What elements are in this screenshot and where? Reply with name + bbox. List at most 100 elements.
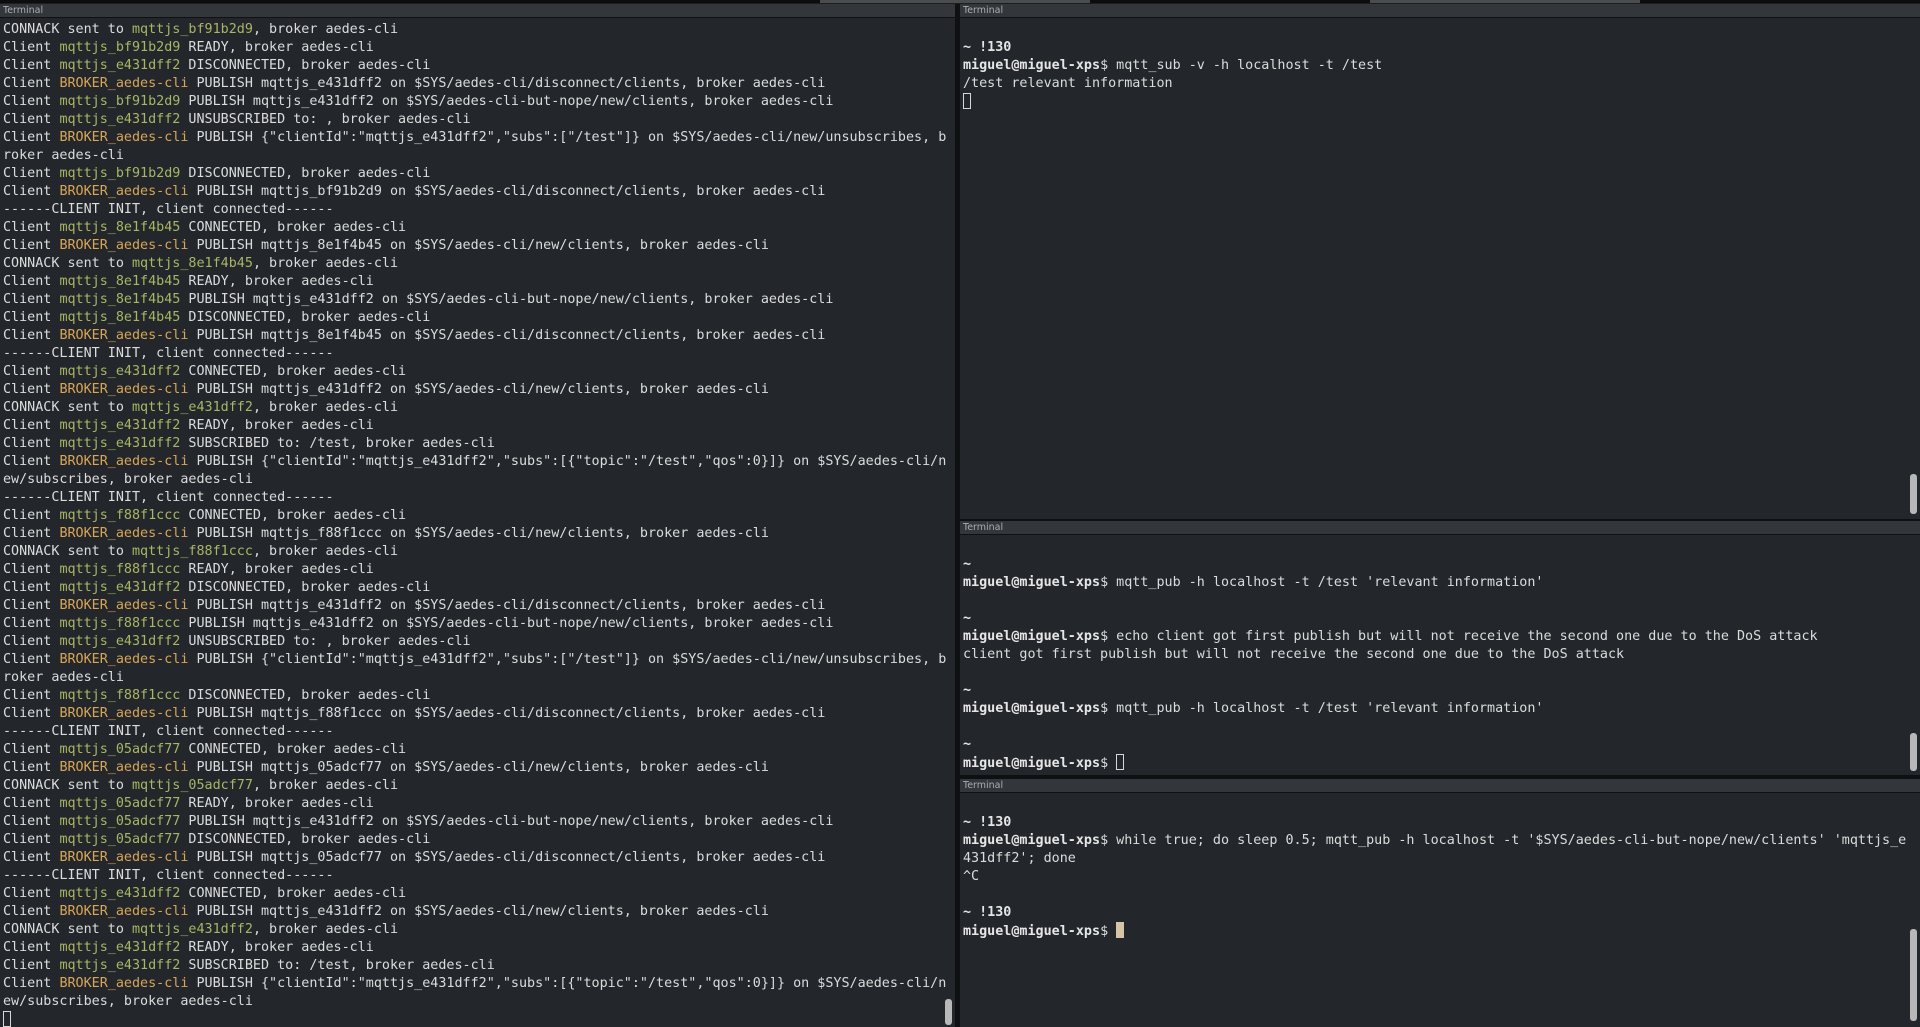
- terminal-text: Client: [3, 436, 60, 451]
- terminal-text: roker aedes-cli: [3, 148, 124, 163]
- client-id: mqttjs_e431dff2: [59, 886, 181, 901]
- terminal-line: Client mqttjs_e431dff2 CONNECTED, broker…: [3, 363, 937, 381]
- terminal-text: PUBLISH mqttjs_f88f1ccc on $SYS/aedes-cl…: [188, 706, 826, 721]
- taskbar-segment: [820, 0, 1090, 3]
- terminal-text: DISCONNECTED, broker aedes-cli: [180, 580, 431, 595]
- client-id: mqttjs_f88f1ccc: [59, 508, 181, 523]
- terminal-line: ------CLIENT INIT, client connected-----…: [3, 345, 937, 363]
- client-id: mqttjs_f88f1ccc: [132, 544, 253, 559]
- terminal-output[interactable]: ~ miguel@miguel-xps$ mqtt_pub -h localhos…: [963, 538, 1902, 775]
- taskbar-segment: [1370, 0, 1640, 3]
- terminal-text: client got first publish but will not re…: [963, 647, 1625, 662]
- terminal-pane-middle-right[interactable]: Terminal ~ miguel@miguel-xps$ mqtt_pub -h…: [960, 521, 1920, 775]
- scrollbar-thumb[interactable]: [1910, 733, 1917, 771]
- terminal-text: $: [1100, 924, 1117, 939]
- terminal-text: Client: [3, 760, 60, 775]
- terminal-line: CONNACK sent to mqttjs_05adcf77, broker …: [3, 777, 937, 795]
- prompt-text: ~ !130: [963, 815, 1012, 830]
- client-id: mqttjs_05adcf77: [59, 814, 181, 829]
- terminal-text: PUBLISH mqttjs_8e1f4b45 on $SYS/aedes-cl…: [188, 328, 826, 343]
- terminal-line: roker aedes-cli: [3, 147, 937, 165]
- client-id: mqttjs_e431dff2: [59, 418, 181, 433]
- terminal-cursor: [1116, 922, 1125, 938]
- terminal-text: UNSUBSCRIBED to: , broker aedes-cli: [180, 634, 471, 649]
- broker-id: BROKER_aedes-cli: [59, 184, 189, 199]
- terminal-line: Client mqttjs_e431dff2 READY, broker aed…: [3, 939, 937, 957]
- broker-id: BROKER_aedes-cli: [59, 904, 189, 919]
- terminal-pane-bottom-right[interactable]: Terminal ~ !130 miguel@miguel-xps$ while …: [960, 779, 1920, 1027]
- terminal-line: Client mqttjs_8e1f4b45 DISCONNECTED, bro…: [3, 309, 937, 327]
- broker-id: BROKER_aedes-cli: [59, 382, 189, 397]
- terminal-line: Client mqttjs_e431dff2 READY, broker aed…: [3, 417, 937, 435]
- scrollbar-thumb[interactable]: [1910, 929, 1917, 1021]
- terminal-text: Client: [3, 742, 60, 757]
- terminal-line: ~ !130: [963, 39, 1902, 57]
- broker-id: BROKER_aedes-cli: [59, 238, 189, 253]
- broker-id: BROKER_aedes-cli: [59, 76, 189, 91]
- terminal-text: Client: [3, 688, 60, 703]
- terminal-output[interactable]: ~ !130 miguel@miguel-xps$ while true; do …: [963, 796, 1906, 1027]
- client-id: mqttjs_bf91b2d9: [59, 40, 181, 55]
- terminal-line: Client mqttjs_8e1f4b45 PUBLISH mqttjs_e4…: [3, 291, 937, 309]
- terminal-line: CONNACK sent to mqttjs_e431dff2, broker …: [3, 399, 937, 417]
- terminal-line: 431dff2'; done: [963, 850, 1902, 868]
- terminal-output[interactable]: CONNACK sent to mqttjs_bf91b2d9 , broker …: [3, 21, 946, 1027]
- broker-id: BROKER_aedes-cli: [59, 454, 189, 469]
- terminal-text: ------CLIENT INIT, client connected-----…: [3, 202, 334, 217]
- terminal-text: Client: [3, 40, 60, 55]
- terminal-text: $ mqtt_sub -v -h localhost -t /test: [1100, 58, 1383, 73]
- terminal-text: READY, broker aedes-cli: [180, 418, 374, 433]
- client-id: mqttjs_e431dff2: [132, 400, 253, 415]
- terminal-text: , broker aedes-cli: [252, 544, 399, 559]
- terminal-text: Client: [3, 580, 60, 595]
- terminal-line: Client BROKER_aedes-cli PUBLISH mqttjs_f…: [3, 705, 937, 723]
- terminal-text: PUBLISH mqttjs_05adcf77 on $SYS/aedes-cl…: [188, 850, 826, 865]
- scrollbar-thumb[interactable]: [945, 999, 952, 1025]
- top-taskbar-strip: [0, 0, 1920, 3]
- terminal-text: , broker aedes-cli: [252, 400, 399, 415]
- terminal-line: Client BROKER_aedes-cli PUBLISH mqttjs_8…: [3, 327, 937, 345]
- terminal-text: Client: [3, 508, 60, 523]
- terminal-pane-left[interactable]: Terminal CONNACK sent to mqttjs_bf91b2d9…: [0, 4, 955, 1027]
- broker-id: BROKER_aedes-cli: [59, 760, 189, 775]
- client-id: mqttjs_f88f1ccc: [59, 616, 181, 631]
- terminal-text: UNSUBSCRIBED to: , broker aedes-cli: [180, 112, 471, 127]
- pane-titlebar: Terminal: [960, 4, 1920, 18]
- client-id: mqttjs_8e1f4b45: [132, 256, 253, 271]
- broker-id: BROKER_aedes-cli: [59, 598, 189, 613]
- prompt-text: miguel@miguel-xps: [963, 629, 1101, 644]
- terminal-text: READY, broker aedes-cli: [180, 796, 374, 811]
- terminal-text: SUBSCRIBED to: /test, broker aedes-cli: [180, 436, 495, 451]
- terminal-text: Client: [3, 832, 60, 847]
- prompt-text: ~ !130: [963, 40, 1012, 55]
- terminal-text: CONNECTED, broker aedes-cli: [180, 742, 407, 757]
- terminal-text: ------CLIENT INIT, client connected-----…: [3, 490, 334, 505]
- terminal-line: Client BROKER_aedes-cli PUBLISH mqttjs_e…: [3, 75, 937, 93]
- scrollbar-thumb[interactable]: [1910, 474, 1917, 514]
- client-id: mqttjs_e431dff2: [59, 940, 181, 955]
- terminal-text: CONNACK sent to: [3, 22, 132, 37]
- terminal-output[interactable]: ~ !130 miguel@miguel-xps$ mqtt_sub -v -h …: [963, 21, 1902, 519]
- pane-titlebar: Terminal: [960, 521, 1920, 535]
- terminal-line: ew/subscribes, broker aedes-cli: [3, 471, 937, 489]
- terminal-pane-top-right[interactable]: Terminal ~ !130 miguel@miguel-xps$ mqtt_s…: [960, 4, 1920, 519]
- broker-id: BROKER_aedes-cli: [59, 526, 189, 541]
- terminal-line: Client mqttjs_f88f1ccc READY, broker aed…: [3, 561, 937, 579]
- terminal-text: 431dff2'; done: [963, 851, 1076, 866]
- client-id: mqttjs_e431dff2: [132, 922, 253, 937]
- terminal-text: Client: [3, 562, 60, 577]
- terminal-text: ew/subscribes, broker aedes-cli: [3, 472, 253, 487]
- broker-id: BROKER_aedes-cli: [59, 652, 189, 667]
- terminal-line: ~: [963, 736, 1902, 754]
- terminal-text: Client: [3, 238, 60, 253]
- client-id: mqttjs_f88f1ccc: [59, 688, 181, 703]
- terminal-line: ------CLIENT INIT, client connected-----…: [3, 867, 937, 885]
- terminal-cursor: [1116, 754, 1125, 770]
- terminal-text: PUBLISH mqttjs_e431dff2 on $SYS/aedes-cl…: [188, 904, 769, 919]
- terminal-text: CONNACK sent to: [3, 922, 132, 937]
- terminal-text: CONNACK sent to: [3, 400, 132, 415]
